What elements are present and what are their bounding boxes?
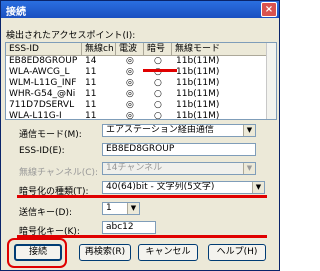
essid-value: EB8ED8GROUP xyxy=(106,144,175,154)
list-scrollbar[interactable] xyxy=(266,43,276,119)
cell-mode: 11b(11M) xyxy=(176,78,220,88)
cell-mode: 11b(11M) xyxy=(176,56,220,66)
access-point-list[interactable]: ESS-ID 無線ch 電波 暗号 無線モード EB8ED8GROUP 14 ◎… xyxy=(5,42,277,120)
comm-mode-label: 通信モード(M): xyxy=(19,130,82,140)
cell-signal: ◎ xyxy=(126,67,134,77)
chevron-down-icon[interactable]: ▼ xyxy=(243,125,255,136)
connect-button[interactable]: 接続 xyxy=(14,244,62,261)
help-button[interactable]: ヘルプ(H) xyxy=(208,244,266,261)
enc-type-select[interactable]: 40(64)bit - 文字列(5文字) ▼ xyxy=(102,181,265,194)
cell-signal: ◎ xyxy=(126,111,134,120)
cell-encryption: ○ xyxy=(154,78,162,88)
table-row[interactable]: WLA-AWCG_L 11 ◎ ○ 11b(11M) xyxy=(6,67,268,78)
cell-channel: 11 xyxy=(85,67,97,77)
cell-channel: 14 xyxy=(85,56,97,66)
comm-mode-select[interactable]: エアステーション経由通信 ▼ xyxy=(102,124,256,137)
rescan-button[interactable]: 再検索(R) xyxy=(79,244,131,261)
channel-select: 14チャンネル ▼ xyxy=(102,162,256,175)
chevron-down-icon[interactable]: ▼ xyxy=(252,182,264,193)
cell-encryption: ○ xyxy=(154,56,162,66)
cell-essid: 711D7DSERVL xyxy=(9,100,75,110)
tx-key-select[interactable]: 1 ▼ xyxy=(102,202,140,215)
cell-signal: ◎ xyxy=(126,78,134,88)
annotation-underline-enc-type xyxy=(17,195,267,198)
cell-channel: 11 xyxy=(85,100,97,110)
window-title: 接続 xyxy=(6,7,26,18)
chevron-down-icon: ▼ xyxy=(243,163,255,174)
column-header-channel[interactable]: 無線ch xyxy=(82,43,116,56)
column-header-wireless-mode[interactable]: 無線モード xyxy=(172,43,268,56)
access-point-list-label: 検出されたアクセスポイント(I): xyxy=(6,31,136,41)
enc-key-field[interactable]: abc12 xyxy=(102,221,156,234)
cell-signal: ◎ xyxy=(126,100,134,110)
enc-type-value: 40(64)bit - 文字列(5文字) xyxy=(106,182,215,192)
cell-channel: 11 xyxy=(85,111,97,120)
chevron-down-icon[interactable]: ▼ xyxy=(127,203,139,214)
enc-key-value: abc12 xyxy=(106,222,134,232)
column-header-signal[interactable]: 電波 xyxy=(116,43,144,56)
cell-mode: 11b(11M) xyxy=(176,100,220,110)
cell-essid: WLA-L11G-I xyxy=(9,111,62,120)
table-row[interactable]: WLA-L11G-I 11 ◎ ○ 11b(11M) xyxy=(6,111,268,120)
cell-essid: WLA-AWCG_L xyxy=(9,67,70,77)
column-header-encryption[interactable]: 暗号 xyxy=(144,43,172,56)
channel-label: 無線チャンネル(C): xyxy=(19,168,99,178)
essid-label: ESS-ID(E): xyxy=(19,146,65,156)
column-header-essid[interactable]: ESS-ID xyxy=(6,43,82,56)
cell-encryption: ○ xyxy=(154,100,162,110)
tx-key-value: 1 xyxy=(106,203,112,213)
cell-channel: 11 xyxy=(85,78,97,88)
cell-mode: 11b(11M) xyxy=(176,67,220,77)
cell-signal: ◎ xyxy=(126,89,134,99)
cell-essid: EB8ED8GROUP xyxy=(9,56,78,66)
table-row[interactable]: WHR-G54_@Ni 11 ◎ ○ 11b(11M) xyxy=(6,89,268,100)
cell-signal: ◎ xyxy=(126,56,134,66)
essid-field[interactable]: EB8ED8GROUP xyxy=(102,143,256,156)
cell-essid: WHR-G54_@Ni xyxy=(9,89,76,99)
title-bar[interactable]: 接続 × xyxy=(1,1,279,18)
table-row[interactable]: WLM-L11G_INF 11 ◎ ○ 11b(11M) xyxy=(6,78,268,89)
cell-essid: WLM-L11G_INF xyxy=(9,78,77,88)
channel-value: 14チャンネル xyxy=(106,163,163,173)
cell-mode: 11b(11M) xyxy=(176,111,220,120)
cell-encryption: ○ xyxy=(154,89,162,99)
cell-channel: 11 xyxy=(85,89,97,99)
connect-dialog: 接続 × 検出されたアクセスポイント(I): ESS-ID 無線ch 電波 暗号… xyxy=(0,0,280,271)
annotation-underline-encryption xyxy=(143,69,177,72)
cell-encryption: ○ xyxy=(154,111,162,120)
cell-mode: 11b(11M) xyxy=(176,89,220,99)
cancel-button[interactable]: キャンセル xyxy=(138,244,198,261)
table-row[interactable]: 711D7DSERVL 11 ◎ ○ 11b(11M) xyxy=(6,100,268,111)
comm-mode-value: エアステーション経由通信 xyxy=(106,125,214,135)
close-button[interactable]: × xyxy=(261,2,277,17)
table-row[interactable]: EB8ED8GROUP 14 ◎ ○ 11b(11M) xyxy=(6,56,268,67)
tx-key-label: 送信キー(D): xyxy=(19,208,72,218)
